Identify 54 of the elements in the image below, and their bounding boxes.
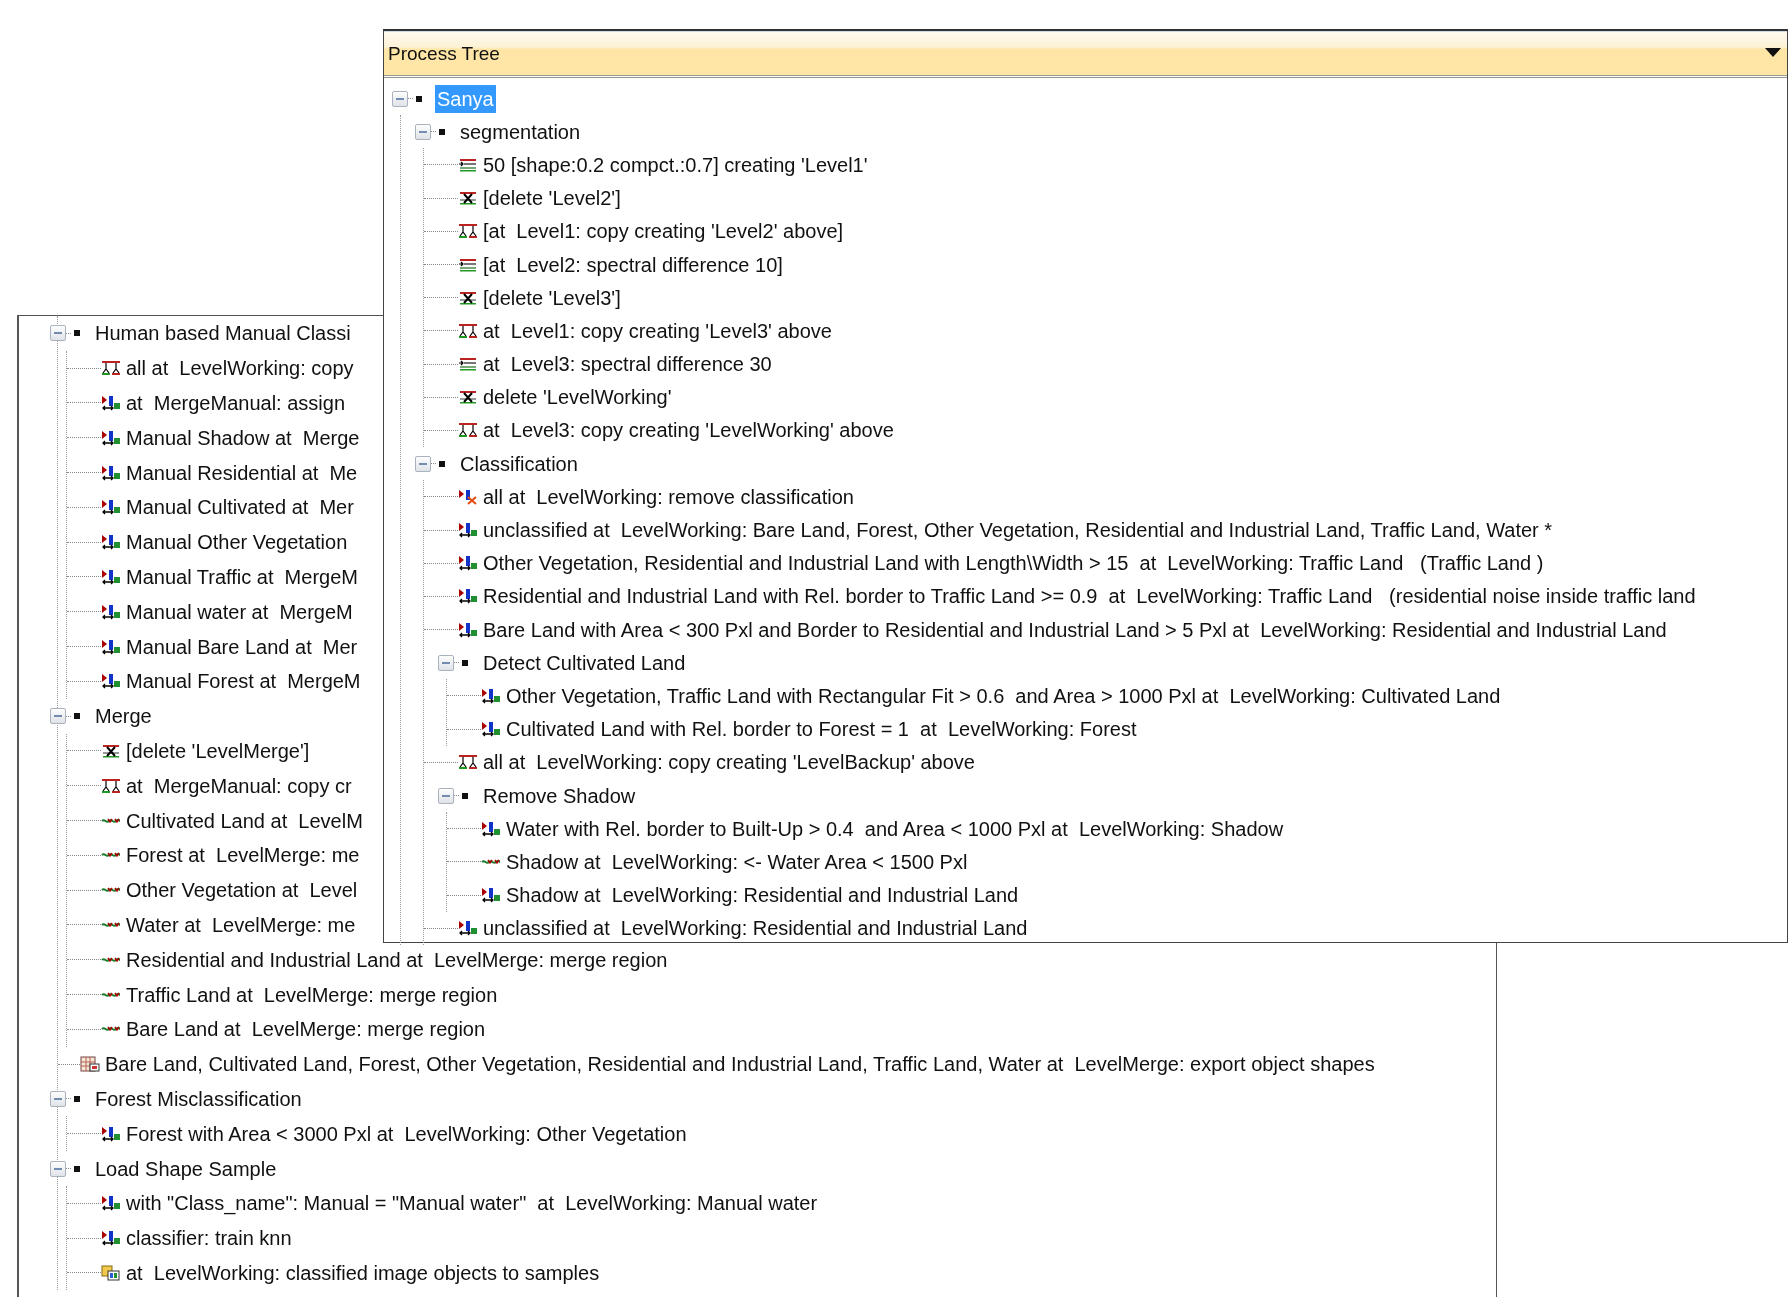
tree-item[interactable]: Residential and Industrial Land at LevelMerge: merge region [124,945,670,974]
tree-item[interactable]: at MergeManual: assign [124,389,347,417]
tree-item[interactable]: segmentation [458,117,583,146]
tree-item[interactable]: [delete 'LevelMerge'] [124,736,312,765]
tree-item[interactable]: Bare Land with Area < 300 Pxl and Border to Residential and Industrial Land > 5 Pxl at LevelWorking: Residential and Industrial Land [481,615,1669,644]
tree-item[interactable]: Bare Land at LevelMerge: merge region [124,1015,488,1044]
tree-item[interactable]: Shadow at LevelWorking: <- Water Area < 1500 Pxl [504,847,970,876]
tree-item[interactable]: Load Shape Sample [93,1154,279,1183]
tree-item[interactable]: all at LevelWorking: remove classification [481,482,856,511]
tree-item[interactable]: at Level3: spectral difference 30 [481,350,774,379]
tree-item[interactable]: all at LevelWorking: copy [124,354,356,383]
tree-item[interactable]: Manual Forest at MergeM [124,667,363,696]
tree-item[interactable]: Manual Cultivated at Mer [124,493,356,522]
tree-item[interactable]: at MergeManual: copy cr [124,771,354,800]
tree-item[interactable]: with "Class_name": Manual = "Manual water" at LevelWorking: Manual water [124,1189,820,1218]
tree-item[interactable]: Water with Rel. border to Built-Up > 0.4 and Area < 1000 Pxl at LevelWorking: Shadow [504,814,1286,843]
tree-item[interactable]: Shadow at LevelWorking: Residential and Industrial Land [504,881,1021,910]
tree-item[interactable]: Manual water at MergeM [124,597,355,626]
tree-item[interactable]: unclassified at LevelWorking: Bare Land, Forest, Other Vegetation, Residential and Industrial Land, Traffic Land, Water * [481,516,1555,545]
tree-item[interactable]: Manual Shadow at Merge [124,423,362,452]
tree-item[interactable]: Forest Misclassification [93,1084,304,1113]
tree-item[interactable]: Traffic Land at LevelMerge: merge region [124,980,500,1009]
tree-item[interactable]: 50 [shape:0.2 compct.:0.7] creating 'Level1' [481,150,870,179]
tree-item[interactable]: all at LevelWorking: copy creating 'LevelBackup' above [481,748,977,777]
tree-item[interactable]: [delete 'Level3'] [481,283,623,312]
tree-item[interactable]: Forest with Area < 3000 Pxl at LevelWorking: Other Vegetation [124,1119,689,1148]
tree-item[interactable]: Manual Other Vegetation [124,528,350,557]
tree-item[interactable]: Classification [458,449,580,478]
tree-item[interactable]: Manual Residential at Me [124,458,360,487]
tree-item[interactable]: unclassified at LevelWorking: Residential and Industrial Land [481,914,1030,943]
tree-item[interactable]: Detect Cultivated Land [481,648,688,677]
tree-item[interactable]: at LevelWorking: classified image objects to samples [124,1258,602,1287]
tree-item[interactable]: at Level1: copy creating 'Level3' above [481,316,834,345]
tree-item[interactable]: delete 'LevelWorking' [481,383,674,412]
tree-item[interactable]: Other Vegetation, Traffic Land with Rectangular Fit > 0.6 and Area > 1000 Pxl at LevelWorking: Cultivated Land [504,681,1503,710]
tree-item[interactable]: Residential and Industrial Land with Rel. border to Traffic Land >= 0.9 at LevelWorking: Traffic Land (residential noise inside traffic land [481,582,1698,611]
tree-item[interactable]: Manual Bare Land at Mer [124,632,360,661]
tree-item[interactable]: Bare Land, Cultivated Land, Forest, Other Vegetation, Residential and Industrial Land, Traffic Land, Water at LevelMerge: export object shapes [103,1050,1377,1079]
tree-item[interactable]: [at Level1: copy creating 'Level2' above] [481,217,846,246]
panel-title: Process Tree [388,42,500,65]
tree-item[interactable]: Cultivated Land with Rel. border to Forest = 1 at LevelWorking: Forest [504,715,1139,744]
tree-item[interactable]: Other Vegetation at Level [124,876,360,905]
tree-item[interactable]: Cultivated Land at LevelM [124,806,365,835]
tree-item[interactable]: Forest at LevelMerge: me [124,841,362,870]
tree-item[interactable]: Water at LevelMerge: me [124,910,358,939]
tree-item[interactable]: [delete 'Level2'] [481,184,623,213]
tree-item[interactable]: Other Vegetation, Residential and Industrial Land with Length\Width > 15 at LevelWorking: Traffic Land (Traffic Land ) [481,549,1546,578]
tree-item[interactable]: at Level3: copy creating 'LevelWorking' above [481,416,896,445]
tree-item[interactable]: Merge [93,702,154,731]
tree-item[interactable]: Human based Manual Classi [93,319,353,348]
tree-item[interactable]: [at Level2: spectral difference 10] [481,250,785,279]
tree-item[interactable]: Remove Shadow [481,781,638,810]
tree-item[interactable]: classifier: train knn [124,1224,294,1253]
tree-item[interactable]: Manual Traffic at MergeM [124,562,360,591]
